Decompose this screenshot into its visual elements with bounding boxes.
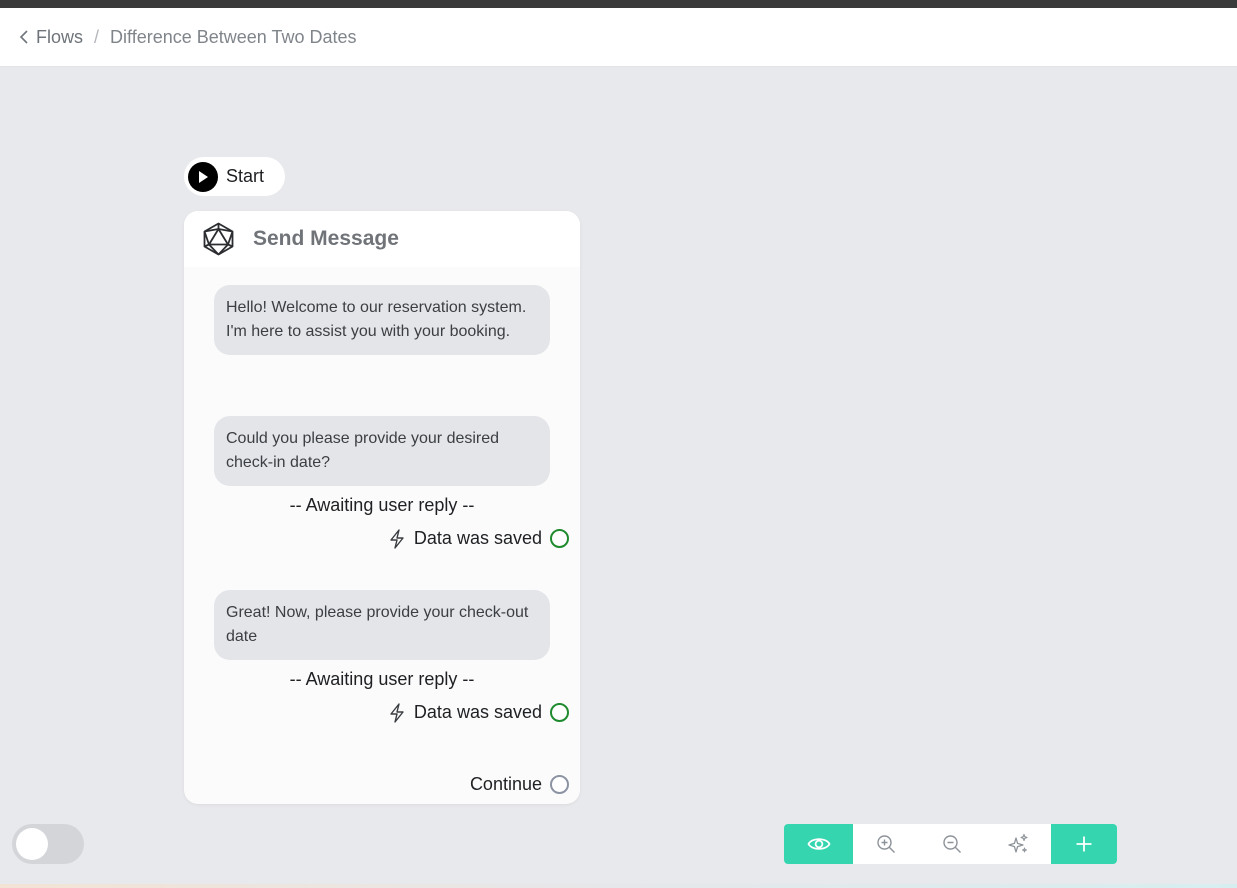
data-saved-port-1[interactable] <box>550 529 569 548</box>
breadcrumb-flows-label: Flows <box>36 26 84 47</box>
data-saved-label-2: Data was saved <box>413 702 542 722</box>
canvas-toolbar <box>784 824 1117 864</box>
plus-icon <box>1076 836 1092 852</box>
data-saved-row-1: Data was saved <box>388 528 569 549</box>
preview-button[interactable] <box>784 824 853 864</box>
awaiting-reply-2: -- Awaiting user reply -- <box>289 669 475 689</box>
toggle-knob <box>16 828 48 860</box>
breadcrumb-separator: / <box>94 26 100 47</box>
node-header: Send Message <box>184 211 580 267</box>
continue-label: Continue <box>469 774 542 794</box>
continue-row: Continue <box>470 774 569 795</box>
lightning-icon <box>390 702 404 723</box>
continue-port[interactable] <box>550 775 569 794</box>
breadcrumb-back-link[interactable]: Flows <box>18 27 83 48</box>
message-bubble-2[interactable]: Could you please provide your desired ch… <box>214 416 550 486</box>
chevron-left-icon <box>19 30 28 44</box>
lightning-icon <box>390 528 404 549</box>
icosahedron-icon <box>203 222 234 256</box>
message-bubble-1[interactable]: Hello! Welcome to our reservation system… <box>214 285 550 355</box>
zoom-out-icon <box>943 835 961 853</box>
zoom-out-button[interactable] <box>919 824 985 864</box>
mode-toggle[interactable] <box>12 824 84 864</box>
message-bubble-3[interactable]: Great! Now, please provide your check-ou… <box>214 590 550 660</box>
auto-layout-button[interactable] <box>985 824 1051 864</box>
data-saved-row-2: Data was saved <box>388 702 569 723</box>
node-title: Send Message <box>253 227 399 250</box>
send-message-node[interactable]: Send Message Hello! Welcome to our reser… <box>184 211 580 804</box>
top-strip <box>0 0 1237 8</box>
zoom-in-icon <box>877 835 895 853</box>
breadcrumb-current: Difference Between Two Dates <box>110 26 357 47</box>
data-saved-label-1: Data was saved <box>413 528 542 548</box>
data-saved-port-2[interactable] <box>550 703 569 722</box>
eye-icon <box>806 838 831 850</box>
sparkle-icon <box>1008 833 1028 853</box>
awaiting-reply-1: -- Awaiting user reply -- <box>289 495 475 515</box>
start-node-label: Start <box>226 166 265 186</box>
breadcrumb: Flows / Difference Between Two Dates <box>0 8 1237 67</box>
play-icon <box>188 161 218 192</box>
start-node[interactable]: Start <box>184 157 285 196</box>
bottom-border <box>0 884 1237 888</box>
add-node-button[interactable] <box>1051 824 1117 864</box>
zoom-in-button[interactable] <box>853 824 919 864</box>
